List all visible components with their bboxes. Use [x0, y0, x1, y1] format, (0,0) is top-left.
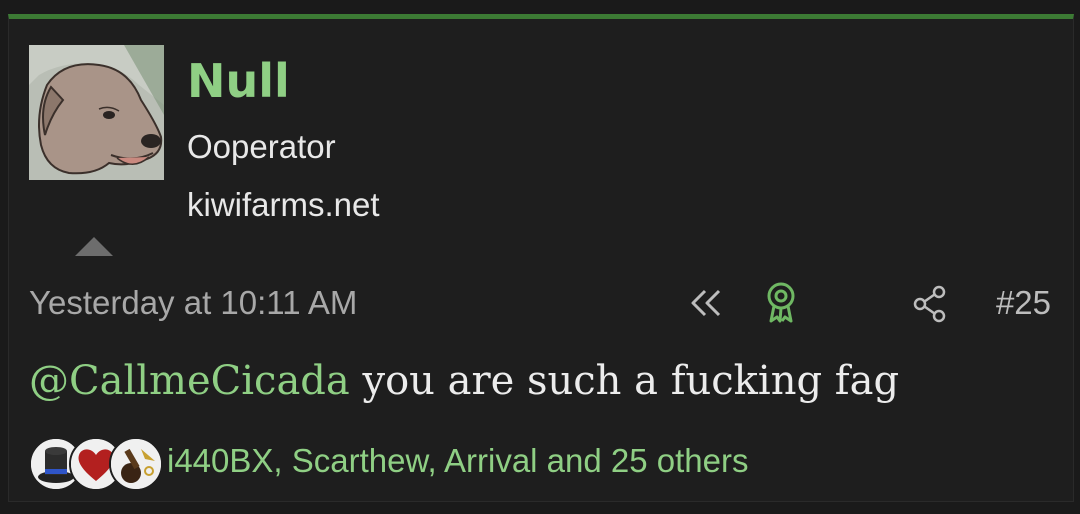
author-title: Ooperator — [187, 128, 336, 165]
message-text: you are such a fucking fag — [349, 358, 900, 404]
reaction-icons[interactable] — [29, 437, 169, 491]
user-mention[interactable]: @CallmeCicada — [29, 358, 350, 404]
author-avatar[interactable] — [29, 45, 164, 180]
post-timestamp[interactable]: Yesterday at 10:11 AM — [29, 283, 357, 323]
forum-post: Null Ooperator kiwifarms.net Yesterday a… — [8, 14, 1074, 502]
author-website: kiwifarms.net — [187, 186, 380, 223]
post-number[interactable]: #25 — [996, 283, 1051, 323]
rewind-icon[interactable] — [687, 285, 725, 321]
collapse-arrow-icon[interactable] — [75, 237, 113, 256]
author-name[interactable]: Null — [187, 53, 290, 109]
award-ribbon-icon[interactable] — [765, 281, 797, 323]
mortar-icon — [109, 437, 163, 491]
share-icon[interactable] — [912, 285, 948, 323]
reaction-summary[interactable]: i440BX, Scarthew, Arrival and 25 others — [167, 439, 749, 483]
post-message: @CallmeCicada you are such a fucking fag — [29, 355, 899, 407]
